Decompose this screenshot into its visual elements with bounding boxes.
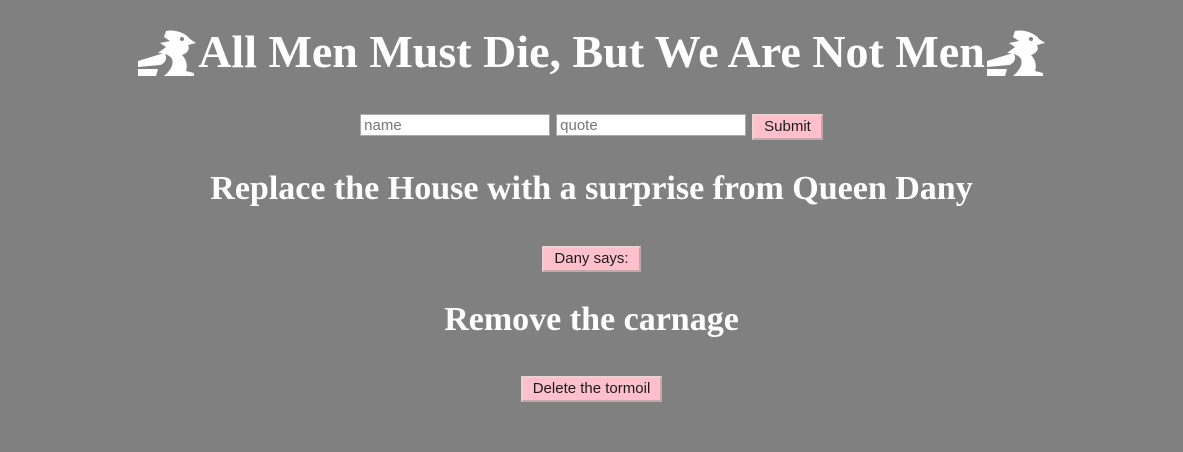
dany-says-button[interactable]: Dany says:: [542, 246, 641, 272]
submit-button[interactable]: Submit: [752, 114, 823, 140]
quote-input[interactable]: [556, 114, 747, 136]
remove-heading: Remove the carnage: [444, 301, 739, 338]
delete-button-row: Delete the tormoil: [0, 376, 1183, 402]
delete-tormoil-button[interactable]: Delete the tormoil: [520, 376, 663, 402]
quote-form: Submit: [0, 114, 1183, 140]
dragon-icon: [986, 30, 1045, 76]
dany-button-row: Dany says:: [0, 246, 1183, 272]
name-input[interactable]: [360, 114, 551, 136]
replace-heading: Replace the House with a surprise from Q…: [210, 170, 973, 207]
page-title: All Men Must Die, But We Are Not Men: [198, 26, 985, 77]
header: All Men Must Die, But We Are Not Men: [0, 24, 1183, 80]
dragon-icon: [138, 30, 197, 76]
